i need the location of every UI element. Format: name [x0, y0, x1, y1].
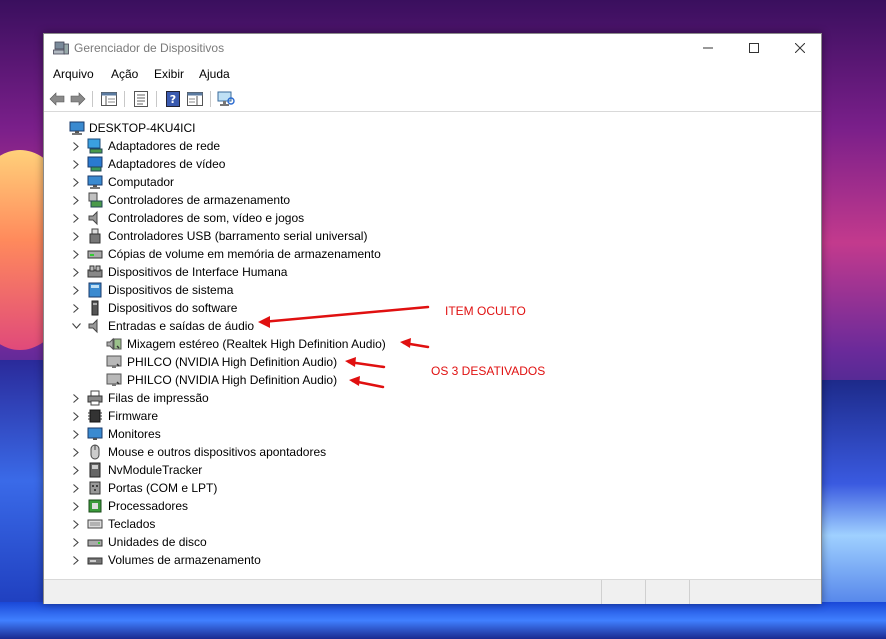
arrow-hidden-item: [260, 305, 430, 324]
annotation-disabled-items: OS 3 DESATIVADOS: [431, 364, 546, 378]
arrowhead: [345, 357, 356, 367]
arrowhead: [349, 376, 360, 386]
annotation-hidden-item: ITEM OCULTO: [445, 304, 526, 318]
arrowhead: [258, 316, 270, 328]
arrowhead: [400, 338, 411, 348]
annotation-overlay: [258, 305, 430, 389]
